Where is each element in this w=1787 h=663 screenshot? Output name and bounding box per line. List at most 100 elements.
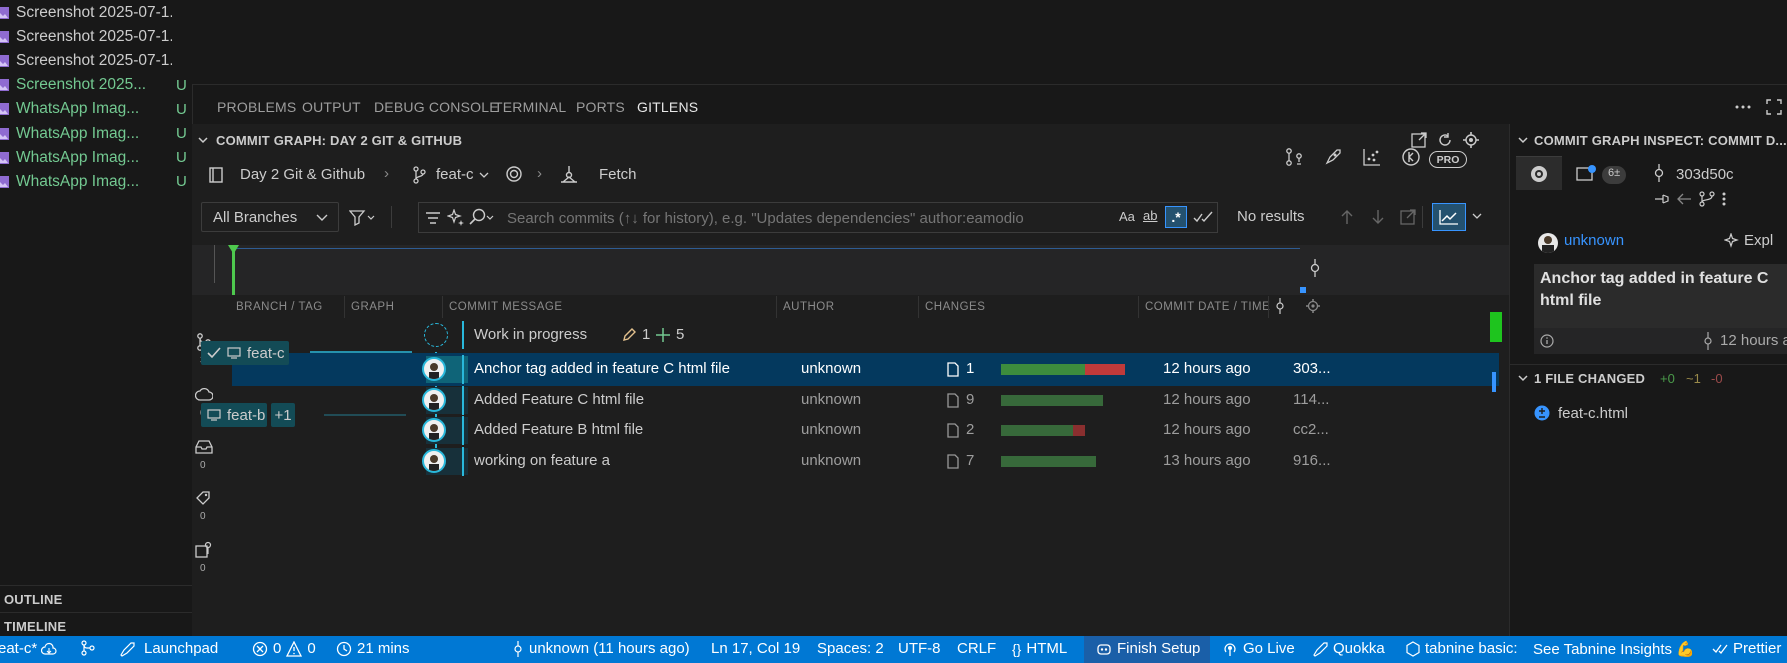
filter-icon[interactable]: [349, 210, 375, 226]
tab-terminal[interactable]: TERMINAL: [494, 99, 566, 115]
filter-matches-toggle-icon[interactable]: [1193, 209, 1213, 225]
fetch-icon[interactable]: [560, 165, 578, 183]
problems-status[interactable]: 0 0: [252, 640, 316, 657]
worktrees-icon[interactable]: [195, 541, 213, 559]
tab-problems[interactable]: PROBLEMS: [217, 99, 296, 115]
info-icon[interactable]: [1540, 334, 1554, 348]
commit-row[interactable]: working on feature a unknown 7 13 hours ago…: [232, 445, 1499, 478]
timeline-section[interactable]: TIMELINE: [0, 612, 192, 639]
go-live-button[interactable]: Go Live: [1222, 640, 1295, 657]
visual-history-icon[interactable]: [1361, 146, 1383, 168]
prettier-status[interactable]: Prettier: [1712, 640, 1781, 657]
collapse-chevron-icon[interactable]: [1516, 133, 1530, 147]
search-input[interactable]: [507, 208, 1107, 228]
tab-debug-console[interactable]: DEBUG CONSOLE: [374, 99, 499, 115]
minimap[interactable]: [192, 245, 1509, 295]
git-blame-status[interactable]: unknown (11 hours ago): [512, 640, 690, 657]
file-item[interactable]: WhatsApp Imag... U: [0, 144, 192, 171]
column-graph[interactable]: GRAPH: [351, 301, 394, 313]
more-actions-icon[interactable]: [1733, 99, 1753, 115]
inspect-tab-commit[interactable]: [1516, 156, 1562, 190]
column-sha-commit-icon[interactable]: [1274, 298, 1286, 314]
eol-status[interactable]: CRLF: [957, 640, 996, 657]
back-arrow-icon[interactable]: [1676, 192, 1692, 206]
tabnine-label: tabnine basic:: [1425, 640, 1518, 657]
commit-icon[interactable]: [1308, 259, 1322, 277]
pro-badge[interactable]: PRO: [1429, 151, 1467, 168]
commit-sha[interactable]: 303d50c: [1676, 166, 1734, 183]
tabnine-insights-link[interactable]: See Tabnine Insights 💪: [1533, 640, 1695, 658]
indentation-status[interactable]: Spaces: 2: [817, 640, 884, 657]
branch-dropdown-chevron-icon[interactable]: [479, 171, 489, 179]
create-pull-request-icon[interactable]: [1283, 146, 1305, 168]
tab-ports[interactable]: PORTS: [576, 99, 625, 115]
column-commit-message[interactable]: COMMIT MESSAGE: [449, 301, 563, 313]
match-case-toggle[interactable]: Aa: [1119, 209, 1135, 224]
minimap-toggle-chart-icon[interactable]: [1432, 203, 1466, 231]
file-item[interactable]: WhatsApp Imag... U: [0, 168, 192, 195]
error-icon: [252, 641, 268, 656]
quokka-button[interactable]: Quokka: [1312, 640, 1385, 657]
language-mode[interactable]: {} HTML: [1012, 640, 1067, 657]
gitkraken-icon[interactable]: [1400, 146, 1422, 168]
open-search-results-icon[interactable]: [1399, 208, 1417, 226]
tags-icon[interactable]: [195, 490, 213, 506]
file-item[interactable]: Screenshot 2025... U: [0, 72, 192, 99]
settings-gear-icon[interactable]: [1460, 130, 1482, 150]
commit-row[interactable]: Added Feature B html file unknown 2 12 hour…: [232, 414, 1499, 447]
file-item[interactable]: WhatsApp Imag... U: [0, 96, 192, 123]
cursor-position[interactable]: Ln 17, Col 19: [711, 640, 800, 657]
branch-filter-select[interactable]: All Branches: [201, 202, 339, 232]
changed-files-count: 9: [966, 390, 975, 408]
tab-gitlens[interactable]: GITLENS: [637, 99, 699, 125]
launchpad-rocket-icon[interactable]: [1322, 146, 1344, 168]
tabnine-status[interactable]: tabnine basic:: [1406, 640, 1518, 657]
more-options-icon[interactable]: [1722, 192, 1726, 206]
tab-output[interactable]: OUTPUT: [302, 99, 361, 115]
explain-button[interactable]: Expl: [1724, 232, 1773, 249]
collapse-chevron-icon[interactable]: [1516, 371, 1530, 385]
collapse-chevron-icon[interactable]: [196, 133, 210, 147]
author-link[interactable]: unknown: [1564, 232, 1624, 249]
finish-setup-button[interactable]: Finish Setup: [1096, 640, 1200, 657]
current-branch[interactable]: feat-c: [436, 166, 474, 183]
search-icon[interactable]: [469, 208, 495, 226]
branch-pill-feat-b[interactable]: feat-b: [201, 403, 267, 427]
outline-section[interactable]: OUTLINE: [0, 585, 192, 612]
repo-name[interactable]: Day 2 Git & Github: [240, 166, 365, 183]
graph-branch-icon[interactable]: [1698, 190, 1716, 208]
next-match-arrow-down-icon[interactable]: [1369, 208, 1387, 226]
previous-match-arrow-up-icon[interactable]: [1338, 208, 1356, 226]
maximize-panel-icon[interactable]: [1765, 98, 1783, 116]
column-branch-tag[interactable]: BRANCH / TAG: [236, 301, 323, 313]
file-item[interactable]: Screenshot 2025-07-1...: [0, 23, 192, 50]
changed-file-row[interactable]: feat-c.html: [1534, 400, 1787, 426]
status-branch[interactable]: eat-c*: [0, 640, 62, 657]
match-whole-word-toggle[interactable]: ab: [1143, 208, 1157, 223]
column-changes[interactable]: CHANGES: [925, 301, 985, 313]
sparkle-ai-search-icon[interactable]: [447, 209, 465, 227]
column-commit-date[interactable]: COMMIT DATE / TIME: [1145, 301, 1270, 313]
file-item[interactable]: Screenshot 2025-07-1...: [0, 47, 192, 74]
commit-row[interactable]: Added Feature C html file unknown 9 12 hour…: [232, 384, 1499, 417]
target-icon[interactable]: [505, 165, 523, 183]
refresh-icon[interactable]: [1434, 130, 1456, 150]
file-item[interactable]: WhatsApp Imag... U: [0, 120, 192, 147]
column-author[interactable]: AUTHOR: [783, 301, 835, 313]
search-filter-menu-icon[interactable]: [425, 210, 441, 226]
source-control-graph-icon[interactable]: [80, 640, 101, 656]
minimap-options-chevron-icon[interactable]: [1472, 213, 1482, 221]
time-tracker[interactable]: 21 mins: [336, 640, 410, 657]
launchpad-button[interactable]: Launchpad: [119, 640, 218, 657]
regex-toggle[interactable]: .*: [1165, 206, 1187, 228]
commit-row[interactable]: Anchor tag added in feature C html file u…: [232, 353, 1499, 386]
fetch-button[interactable]: Fetch: [599, 166, 637, 183]
stash-changes-icon[interactable]: [1576, 164, 1598, 182]
column-settings-gear-icon[interactable]: [1305, 298, 1321, 314]
encoding-status[interactable]: UTF-8: [898, 640, 941, 657]
pin-icon[interactable]: [1654, 193, 1670, 205]
more-branches-badge[interactable]: +1: [271, 403, 295, 427]
file-item[interactable]: Screenshot 2025-07-1...: [0, 0, 192, 26]
wip-row[interactable]: Work in progress 1 5: [232, 319, 1499, 352]
branch-pill-feat-c[interactable]: feat-c: [201, 341, 289, 365]
